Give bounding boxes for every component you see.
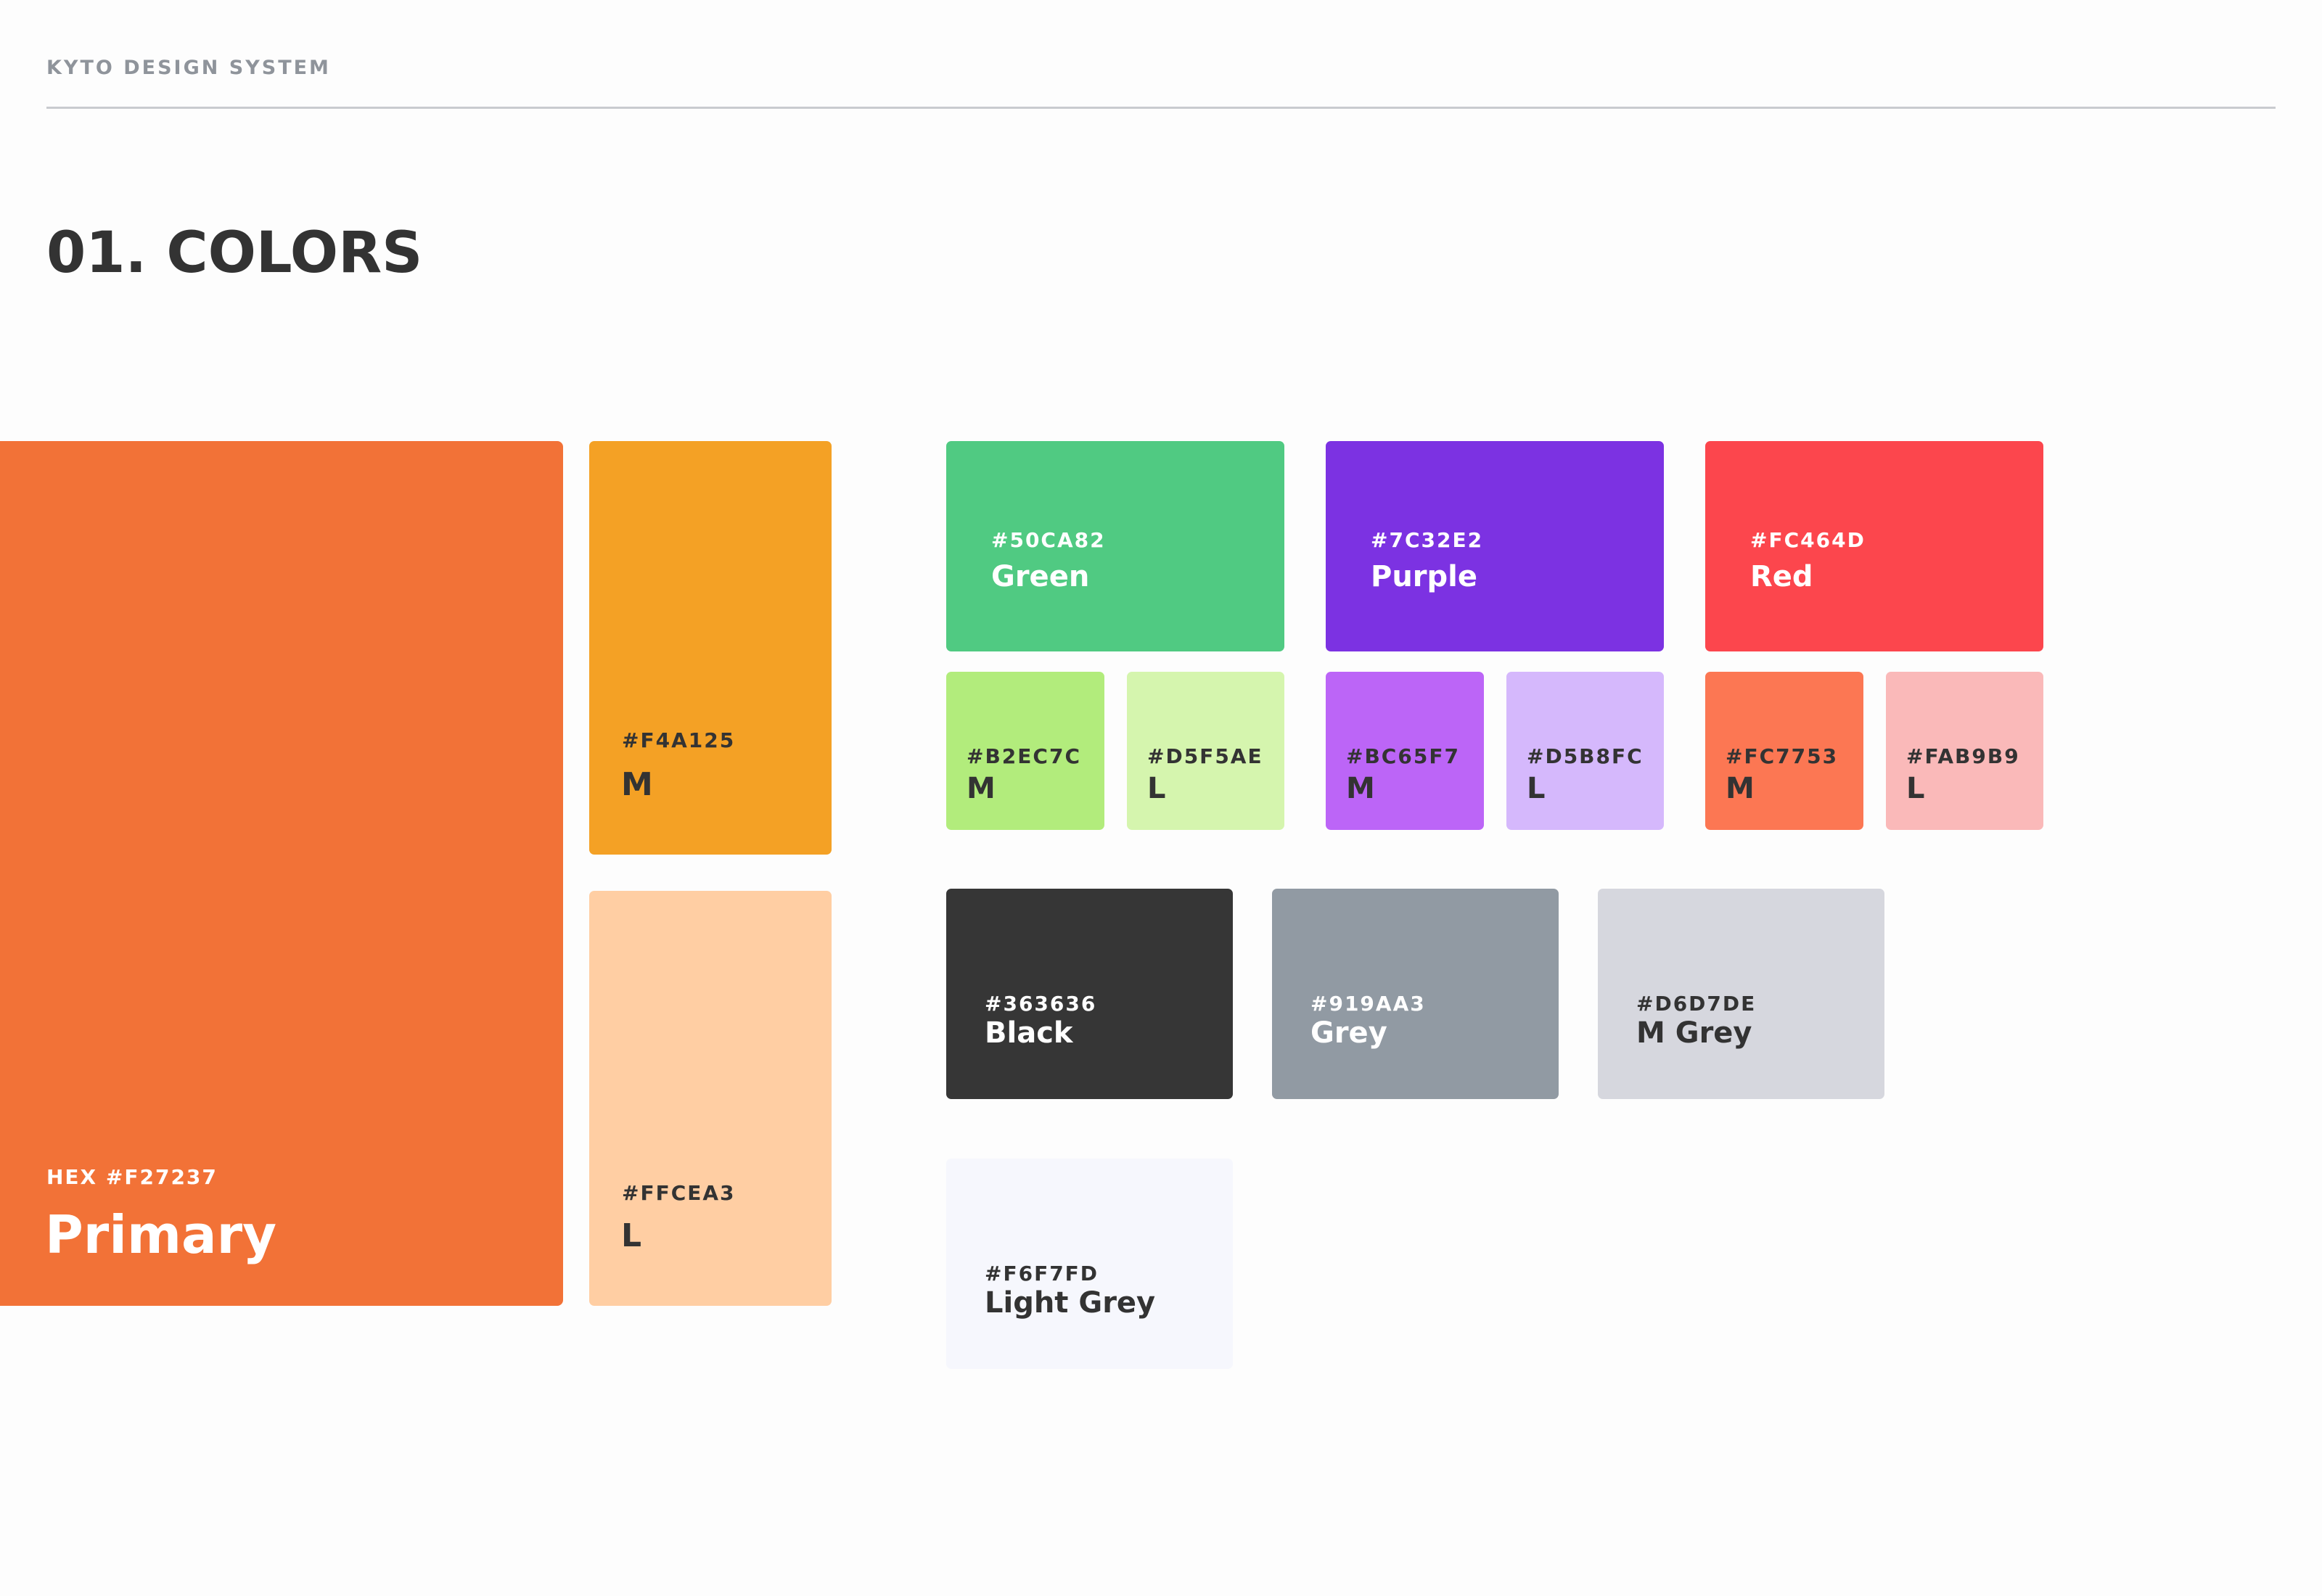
swatch-primary-medium-name: M [621,766,653,803]
swatch-green: #50CA82 Green [946,441,1284,651]
swatch-light-grey-name: Light Grey [985,1286,1156,1320]
swatch-green-name: Green [991,560,1090,593]
swatch-purple: #7C32E2 Purple [1326,441,1664,651]
swatch-red-hex: #FC464D [1750,528,1866,552]
swatch-primary-name: Primary [45,1204,277,1265]
swatch-m-grey-hex: #D6D7DE [1636,992,1757,1016]
swatch-purple-hex: #7C32E2 [1371,528,1484,552]
swatch-green-light: #D5F5AE L [1127,672,1284,830]
swatch-green-light-name: L [1147,772,1166,805]
swatch-primary-light-hex: #FFCEA3 [622,1181,736,1205]
swatch-red-light-name: L [1906,772,1925,805]
design-system-name: KYTO DESIGN SYSTEM [46,57,331,79]
swatch-black: #363636 Black [946,889,1233,1099]
swatch-light-grey: #F6F7FD Light Grey [946,1159,1233,1369]
swatch-primary-medium: #F4A125 M [589,441,832,855]
swatch-grey-hex: #919AA3 [1310,992,1426,1016]
swatch-purple-light-name: L [1527,772,1546,805]
swatch-m-grey: #D6D7DE M Grey [1598,889,1884,1099]
swatch-red-name: Red [1750,560,1813,593]
swatch-purple-medium: #BC65F7 M [1326,672,1484,830]
swatch-primary-medium-hex: #F4A125 [622,728,736,752]
swatch-light-grey-hex: #F6F7FD [985,1262,1099,1286]
swatch-primary: HEX #F27237 Primary [0,441,563,1306]
swatch-green-medium-hex: #B2EC7C [967,744,1081,768]
swatch-green-medium: #B2EC7C M [946,672,1104,830]
swatch-red-light: #FAB9B9 L [1886,672,2043,830]
swatch-purple-medium-hex: #BC65F7 [1346,744,1460,768]
swatch-green-hex: #50CA82 [991,528,1106,552]
swatch-grey: #919AA3 Grey [1272,889,1559,1099]
swatch-red-medium: #FC7753 M [1705,672,1863,830]
swatch-black-name: Black [985,1016,1073,1050]
swatch-purple-name: Purple [1371,560,1477,593]
swatch-red-medium-hex: #FC7753 [1726,744,1839,768]
swatch-primary-light: #FFCEA3 L [589,891,832,1306]
swatch-red-medium-name: M [1726,772,1755,805]
swatch-red: #FC464D Red [1705,441,2043,651]
swatch-primary-hex: HEX #F27237 [46,1165,218,1189]
swatch-green-light-hex: #D5F5AE [1147,744,1263,768]
swatch-green-medium-name: M [967,772,996,805]
page-title: 01. COLORS [46,221,423,286]
swatch-purple-light-hex: #D5B8FC [1527,744,1644,768]
swatch-purple-medium-name: M [1346,772,1375,805]
swatch-primary-light-name: L [621,1217,642,1254]
swatch-black-hex: #363636 [985,992,1097,1016]
swatch-m-grey-name: M Grey [1636,1016,1752,1050]
header-divider [46,107,2276,109]
swatch-purple-light: #D5B8FC L [1506,672,1664,830]
swatch-grey-name: Grey [1310,1016,1387,1050]
swatch-red-light-hex: #FAB9B9 [1906,744,2020,768]
